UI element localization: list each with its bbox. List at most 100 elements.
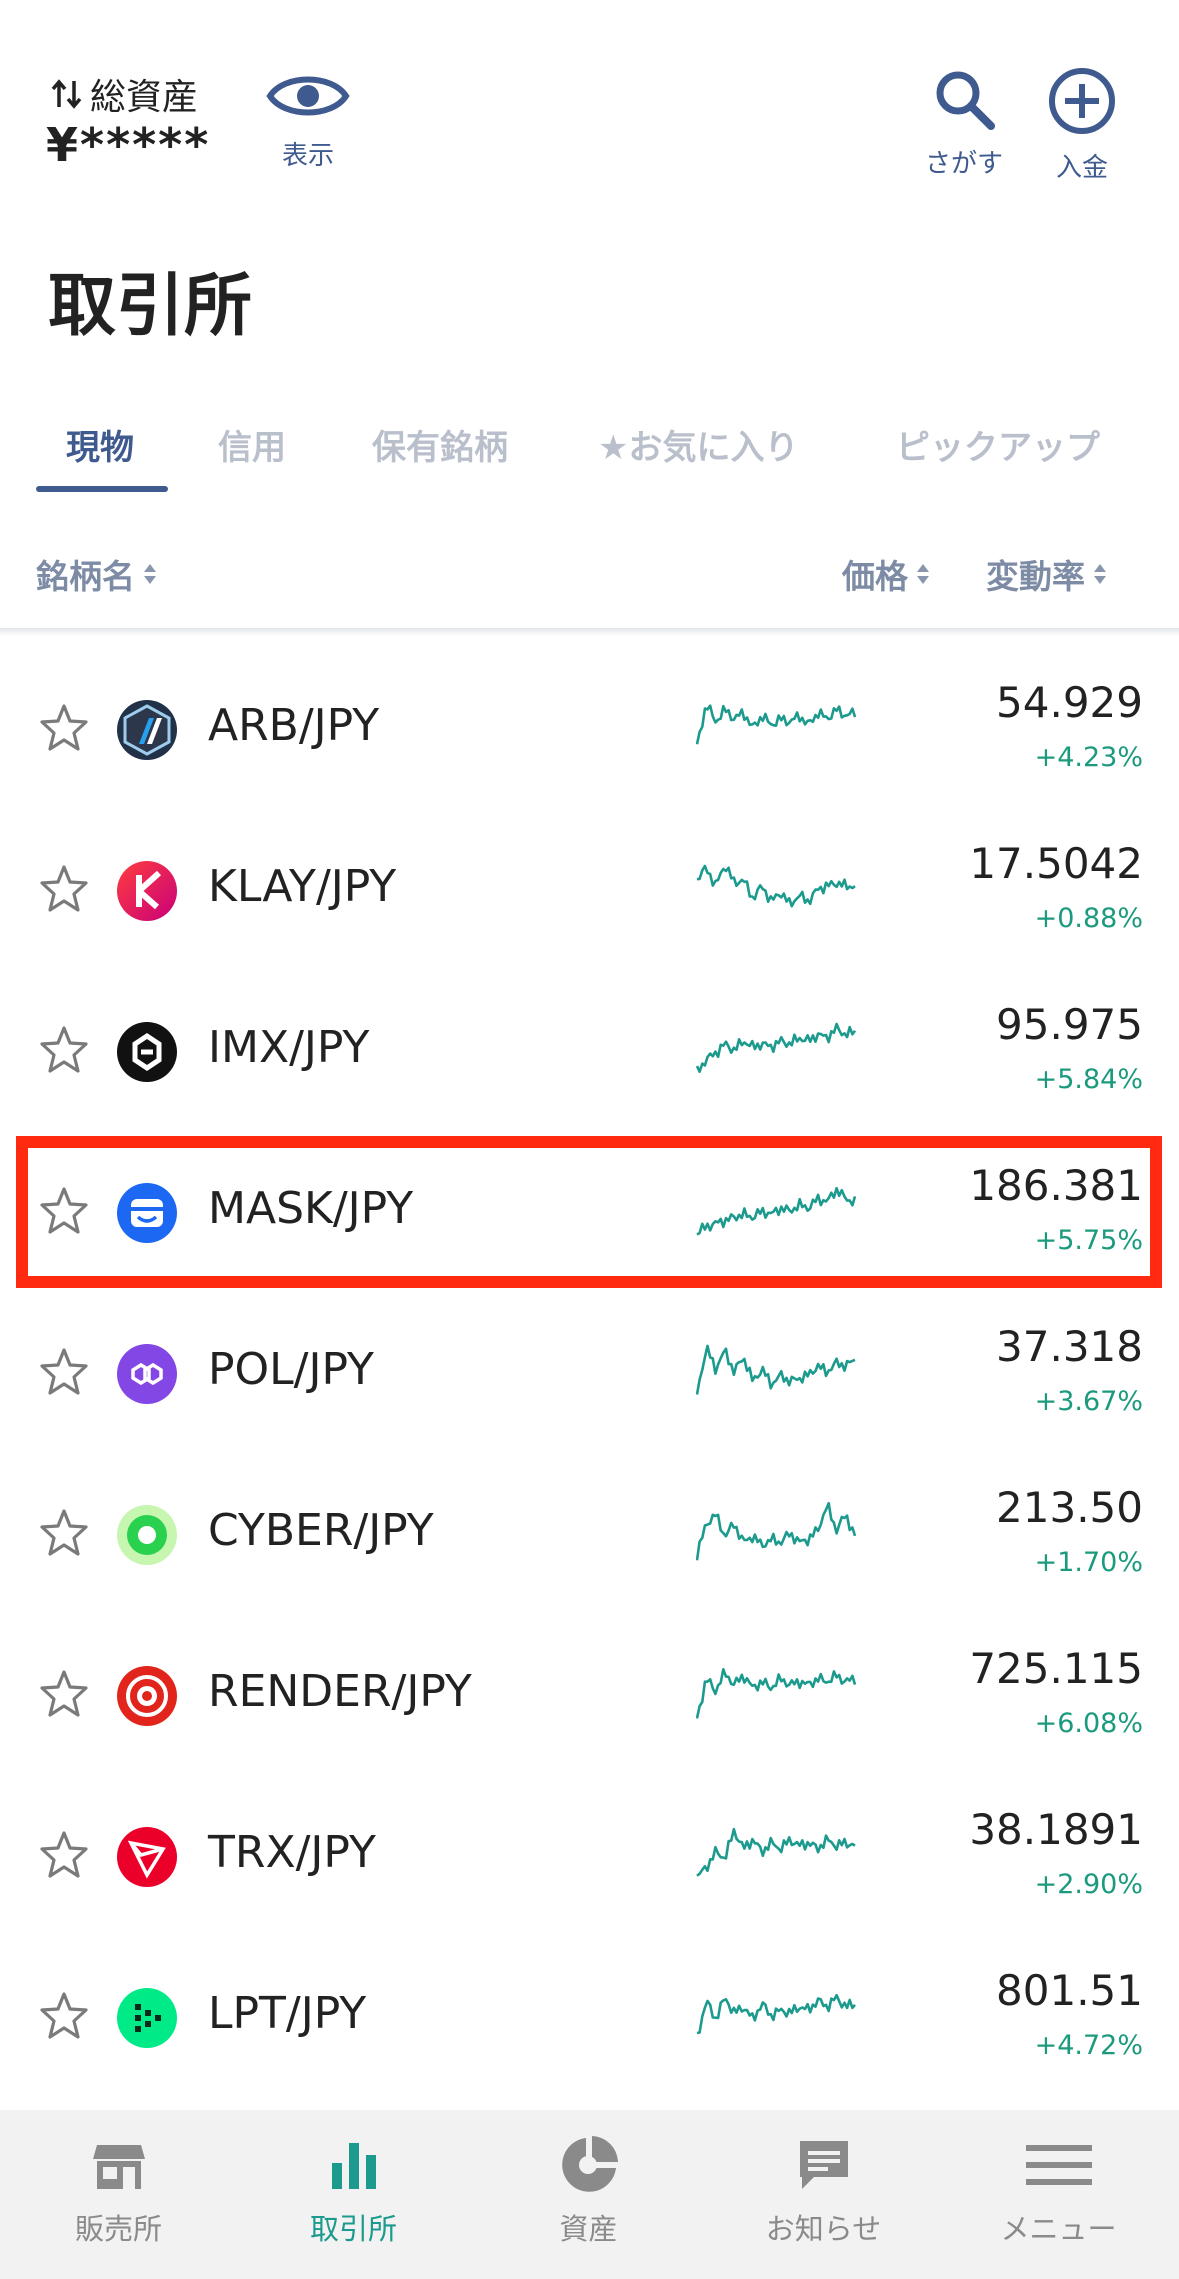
swap-arrows-icon bbox=[51, 79, 82, 109]
change-column-label: 変動率 bbox=[986, 557, 1085, 596]
nav-label: お知らせ bbox=[765, 2212, 882, 2246]
ticker-row[interactable]: ARB/JPY 54.929 +4.23% bbox=[0, 650, 1179, 812]
price-value: 54.929 bbox=[996, 678, 1143, 727]
name-column-label: 銘柄名 bbox=[36, 557, 135, 596]
change-value: +5.84% bbox=[1034, 1064, 1143, 1095]
header-divider bbox=[0, 628, 1179, 636]
ticker-row[interactable]: RENDER/JPY 725.115 +6.08% bbox=[0, 1616, 1179, 1778]
immutable-icon bbox=[117, 1022, 177, 1082]
favorite-star-icon[interactable] bbox=[38, 1346, 90, 1398]
pair-name: CYBER/JPY bbox=[208, 1505, 434, 1556]
total-assets-label: 総資産 bbox=[90, 77, 199, 118]
sort-by-change[interactable]: 変動率 bbox=[986, 550, 1107, 598]
sparkline-chart bbox=[696, 1344, 856, 1395]
deposit-button[interactable]: 入金 bbox=[1036, 66, 1128, 184]
favorite-star-icon[interactable] bbox=[38, 863, 90, 915]
page-title: 取引所 bbox=[48, 267, 253, 346]
pie-chart-icon bbox=[471, 2130, 706, 2200]
show-label: 表示 bbox=[281, 141, 334, 171]
nav-label: メニュー bbox=[1000, 2212, 1117, 2246]
ticker-row[interactable]: TRX/JPY 38.1891 +2.90% bbox=[0, 1777, 1179, 1939]
favorite-star-icon[interactable] bbox=[38, 1668, 90, 1720]
nav-item[interactable]: メニュー bbox=[941, 2130, 1176, 2248]
sort-icon bbox=[916, 563, 930, 585]
column-headers: 銘柄名 価格 変動率 bbox=[0, 538, 1179, 624]
price-value: 17.5042 bbox=[969, 839, 1143, 888]
change-value: +2.90% bbox=[1034, 1869, 1143, 1900]
ticker-row[interactable]: POL/JPY 37.318 +3.67% bbox=[0, 1294, 1179, 1456]
change-value: +6.08% bbox=[1034, 1708, 1143, 1739]
sparkline-line bbox=[696, 1501, 856, 1561]
sparkline-chart bbox=[696, 1501, 856, 1561]
tab-holdings[interactable]: 保有銘柄 bbox=[372, 420, 508, 469]
sparkline-chart bbox=[696, 864, 856, 908]
pair-name: ARB/JPY bbox=[208, 700, 380, 751]
sparkline-line bbox=[696, 704, 856, 745]
nav-item[interactable]: 販売所 bbox=[1, 2130, 236, 2248]
sort-by-price[interactable]: 価格 bbox=[842, 550, 930, 598]
ticker-row[interactable]: CYBER/JPY 213.50 +1.70% bbox=[0, 1455, 1179, 1617]
ticker-row[interactable]: LPT/JPY 801.51 +4.72% bbox=[0, 1938, 1179, 2100]
sparkline-line bbox=[696, 1022, 856, 1074]
header: 総資産 ¥***** 表示 さがす 入金 bbox=[0, 0, 1179, 220]
change-value: +0.88% bbox=[1034, 903, 1143, 934]
bar-chart-icon bbox=[236, 2130, 471, 2200]
sparkline-chart bbox=[696, 1022, 856, 1074]
livepeer-icon bbox=[117, 1988, 177, 2048]
search-button[interactable]: さがす bbox=[914, 66, 1014, 180]
pair-name: POL/JPY bbox=[208, 1344, 374, 1395]
sparkline-line bbox=[696, 1827, 856, 1877]
active-tab-indicator bbox=[36, 486, 168, 492]
favorite-star-icon[interactable] bbox=[38, 1990, 90, 2042]
market-tabs: 現物 信用 保有銘柄 ★お気に入り ピックアップ bbox=[0, 400, 1179, 492]
selection-highlight bbox=[16, 1136, 1162, 1288]
sparkline-line bbox=[696, 1993, 856, 2035]
arbitrum-icon bbox=[117, 700, 177, 760]
ticker-row[interactable]: KLAY/JPY 17.5042 +0.88% bbox=[0, 811, 1179, 973]
klaytn-icon bbox=[117, 861, 177, 921]
render-icon bbox=[117, 1666, 177, 1726]
favorite-star-icon[interactable] bbox=[38, 1024, 90, 1076]
price-value: 725.115 bbox=[969, 1644, 1143, 1693]
sparkline-chart bbox=[696, 1993, 856, 2035]
favorite-star-icon[interactable] bbox=[38, 702, 90, 754]
sort-icon bbox=[143, 563, 157, 585]
pair-name: KLAY/JPY bbox=[208, 861, 397, 912]
nav-item[interactable]: 資産 bbox=[471, 2130, 706, 2248]
search-icon bbox=[936, 71, 995, 130]
price-value: 37.318 bbox=[996, 1322, 1143, 1371]
sparkline-line bbox=[696, 864, 856, 908]
tab-pickup[interactable]: ピックアップ bbox=[896, 420, 1100, 469]
sparkline-line bbox=[696, 1344, 856, 1395]
price-value: 95.975 bbox=[996, 1000, 1143, 1049]
plus-circle-icon bbox=[1049, 68, 1115, 134]
message-icon bbox=[706, 2130, 941, 2200]
price-value: 213.50 bbox=[996, 1483, 1143, 1532]
sparkline-chart bbox=[696, 704, 856, 745]
price-value: 801.51 bbox=[996, 1966, 1143, 2015]
favorite-star-icon[interactable] bbox=[38, 1829, 90, 1881]
cyber-icon bbox=[117, 1505, 177, 1565]
favorite-star-icon[interactable] bbox=[38, 1507, 90, 1559]
polygon-icon bbox=[117, 1344, 177, 1404]
tab-spot[interactable]: 現物 bbox=[66, 420, 134, 469]
tab-margin[interactable]: 信用 bbox=[218, 420, 286, 469]
change-value: +4.23% bbox=[1034, 742, 1143, 773]
bottom-navigation: 販売所 取引所 資産 お知らせ メニュー bbox=[0, 2110, 1179, 2279]
total-assets-toggle[interactable]: 総資産 bbox=[50, 68, 198, 120]
price-value: 38.1891 bbox=[969, 1805, 1143, 1854]
change-value: +4.72% bbox=[1034, 2030, 1143, 2061]
show-button[interactable]: 表示 bbox=[262, 68, 354, 172]
ticker-row[interactable]: IMX/JPY 95.975 +5.84% bbox=[0, 972, 1179, 1134]
nav-item[interactable]: お知らせ bbox=[706, 2130, 941, 2248]
deposit-label: 入金 bbox=[1055, 153, 1108, 183]
tron-icon bbox=[117, 1827, 177, 1887]
nav-item[interactable]: 取引所 bbox=[236, 2130, 471, 2248]
total-assets-value: ¥***** bbox=[46, 118, 211, 172]
sort-by-name[interactable]: 銘柄名 bbox=[36, 550, 157, 598]
nav-label: 販売所 bbox=[74, 2212, 162, 2246]
sparkline-chart bbox=[696, 1668, 856, 1719]
change-value: +3.67% bbox=[1034, 1386, 1143, 1417]
tab-favorites[interactable]: ★お気に入り bbox=[598, 420, 798, 469]
pair-name: RENDER/JPY bbox=[208, 1666, 472, 1717]
